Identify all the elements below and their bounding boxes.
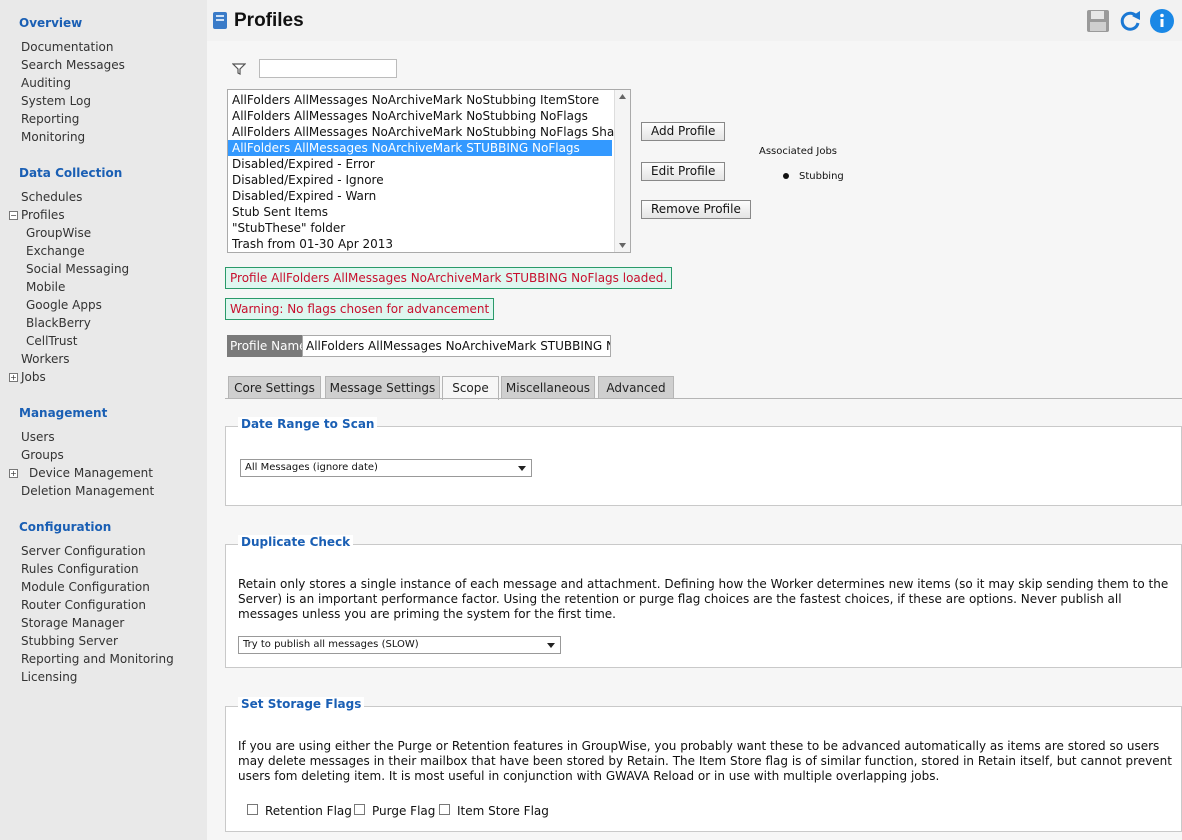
sidebar-item-stubbing-server[interactable]: Stubbing Server: [21, 634, 118, 648]
date-range-select[interactable]: All Messages (ignore date): [240, 459, 532, 477]
duplicate-check-description: Retain only stores a single instance of …: [238, 577, 1169, 621]
item-store-flag-label: Item Store Flag: [457, 804, 549, 818]
retention-flag-label: Retention Flag: [265, 804, 352, 818]
remove-profile-button[interactable]: Remove Profile: [641, 200, 751, 219]
sidebar-item-router-configuration[interactable]: Router Configuration: [21, 598, 146, 612]
sidebar-item-blackberry[interactable]: BlackBerry: [26, 316, 91, 330]
add-profile-button[interactable]: Add Profile: [641, 122, 726, 141]
expand-icon[interactable]: +: [9, 373, 18, 382]
date-range-section: Date Range to Scan All Messages (ignore …: [225, 417, 1182, 506]
sidebar-item-auditing[interactable]: Auditing: [21, 76, 71, 90]
list-item[interactable]: AllFolders AllMessages NoArchiveMark NoS…: [228, 92, 630, 108]
sidebar-item-social-messaging[interactable]: Social Messaging: [26, 262, 129, 276]
sidebar-item-server-configuration[interactable]: Server Configuration: [21, 544, 146, 558]
duplicate-check-section: Duplicate Check Retain only stores a sin…: [225, 535, 1182, 668]
associated-jobs-title: Associated Jobs: [759, 146, 838, 157]
list-scrollbar[interactable]: [614, 90, 630, 252]
retention-flag-checkbox[interactable]: [247, 804, 258, 815]
bullet-icon: [783, 173, 789, 179]
date-range-title: Date Range to Scan: [238, 417, 378, 431]
sidebar-item-rules-configuration[interactable]: Rules Configuration: [21, 562, 139, 576]
list-item[interactable]: Stub Sent Items: [228, 204, 630, 220]
dropdown-arrow-icon: [547, 643, 555, 648]
associated-job-item[interactable]: Stubbing: [783, 171, 844, 182]
sidebar-item-google-apps[interactable]: Google Apps: [26, 298, 102, 312]
sidebar-item-device-management[interactable]: Device Management: [29, 466, 153, 480]
tab-message-settings[interactable]: Message Settings: [325, 376, 440, 398]
sidebar-item-documentation[interactable]: Documentation: [21, 40, 114, 54]
sidebar-section-overview[interactable]: Overview: [19, 16, 82, 30]
sidebar-item-mobile[interactable]: Mobile: [26, 280, 65, 294]
tab-advanced[interactable]: Advanced: [598, 376, 674, 398]
list-item-selected[interactable]: AllFolders AllMessages NoArchiveMark STU…: [228, 140, 612, 156]
duplicate-check-value: Try to publish all messages (SLOW): [243, 639, 419, 650]
sidebar-item-groupwise[interactable]: GroupWise: [26, 226, 91, 240]
list-item[interactable]: AllFolders AllMessages NoArchiveMark NoS…: [228, 124, 630, 140]
main-panel: Profiles AllFolders AllMessages NoArchiv…: [207, 0, 1182, 840]
page-title: Profiles: [234, 10, 304, 31]
duplicate-check-select[interactable]: Try to publish all messages (SLOW): [238, 636, 561, 654]
save-icon[interactable]: [1086, 9, 1110, 33]
sidebar-item-groups[interactable]: Groups: [21, 448, 64, 462]
duplicate-check-title: Duplicate Check: [238, 535, 354, 549]
sidebar-item-exchange[interactable]: Exchange: [26, 244, 85, 258]
purge-flag-label: Purge Flag: [372, 804, 436, 818]
list-item[interactable]: Disabled/Expired - Ignore: [228, 172, 630, 188]
tab-divider: [225, 398, 1182, 399]
storage-flags-description: If you are using either the Purge or Ret…: [238, 739, 1172, 783]
sidebar-item-users[interactable]: Users: [21, 430, 55, 444]
list-item[interactable]: Disabled/Expired - Warn: [228, 188, 630, 204]
list-item[interactable]: Disabled/Expired - Error: [228, 156, 630, 172]
sidebar-item-licensing[interactable]: Licensing: [21, 670, 77, 684]
warning-message: Warning: No flags chosen for advancement: [225, 298, 495, 320]
sidebar-item-reporting-and-monitoring[interactable]: Reporting and Monitoring: [21, 652, 174, 666]
storage-flags-title: Set Storage Flags: [238, 697, 365, 711]
sidebar-section-data-collection[interactable]: Data Collection: [19, 166, 122, 180]
sidebar-item-system-log[interactable]: System Log: [21, 94, 91, 108]
sidebar-item-reporting[interactable]: Reporting: [21, 112, 79, 126]
list-item[interactable]: AllFolders AllMessages NoArchiveMark NoS…: [228, 108, 630, 124]
scroll-arrows-icon: [619, 94, 626, 248]
expand-icon[interactable]: +: [9, 469, 18, 478]
sidebar-item-module-configuration[interactable]: Module Configuration: [21, 580, 150, 594]
date-range-value: All Messages (ignore date): [245, 462, 378, 473]
collapse-icon[interactable]: −: [9, 211, 18, 220]
profile-list[interactable]: AllFolders AllMessages NoArchiveMark NoS…: [227, 89, 631, 253]
storage-flags-section: Set Storage Flags If you are using eithe…: [225, 697, 1182, 832]
sidebar-item-profiles[interactable]: Profiles: [21, 208, 65, 222]
filter-input[interactable]: [259, 59, 397, 78]
dropdown-arrow-icon: [518, 466, 526, 471]
content-area: AllFolders AllMessages NoArchiveMark NoS…: [207, 41, 1182, 840]
page-header: Profiles: [207, 0, 1182, 42]
sidebar-item-schedules[interactable]: Schedules: [21, 190, 82, 204]
status-message: Profile AllFolders AllMessages NoArchive…: [225, 267, 673, 289]
refresh-icon[interactable]: [1118, 9, 1142, 33]
item-store-flag-checkbox[interactable]: [439, 804, 450, 815]
tab-miscellaneous[interactable]: Miscellaneous: [501, 376, 595, 398]
tab-core-settings[interactable]: Core Settings: [228, 376, 321, 398]
sidebar-item-monitoring[interactable]: Monitoring: [21, 130, 85, 144]
sidebar: Overview Documentation Search Messages A…: [0, 0, 207, 840]
book-icon: [213, 12, 227, 29]
tab-scope[interactable]: Scope: [442, 376, 499, 400]
sidebar-section-configuration[interactable]: Configuration: [19, 520, 111, 534]
purge-flag-checkbox[interactable]: [354, 804, 365, 815]
profile-name-label: Profile Name: [227, 335, 310, 357]
list-item[interactable]: Trash from 01-30 Apr 2013: [228, 236, 630, 252]
sidebar-item-celltrust[interactable]: CellTrust: [26, 334, 78, 348]
sidebar-item-workers[interactable]: Workers: [21, 352, 70, 366]
list-item[interactable]: "StubThese" folder: [228, 220, 630, 236]
associated-job-label: Stubbing: [799, 171, 844, 182]
edit-profile-button[interactable]: Edit Profile: [641, 162, 726, 181]
sidebar-section-management[interactable]: Management: [19, 406, 107, 420]
info-icon[interactable]: [1150, 9, 1174, 33]
sidebar-item-deletion-management[interactable]: Deletion Management: [21, 484, 154, 498]
sidebar-item-search-messages[interactable]: Search Messages: [21, 58, 125, 72]
sidebar-item-jobs[interactable]: Jobs: [21, 370, 46, 384]
profile-name-input[interactable]: AllFolders AllMessages NoArchiveMark STU…: [302, 335, 611, 357]
sidebar-item-storage-manager[interactable]: Storage Manager: [21, 616, 124, 630]
filter-icon: [232, 63, 246, 75]
